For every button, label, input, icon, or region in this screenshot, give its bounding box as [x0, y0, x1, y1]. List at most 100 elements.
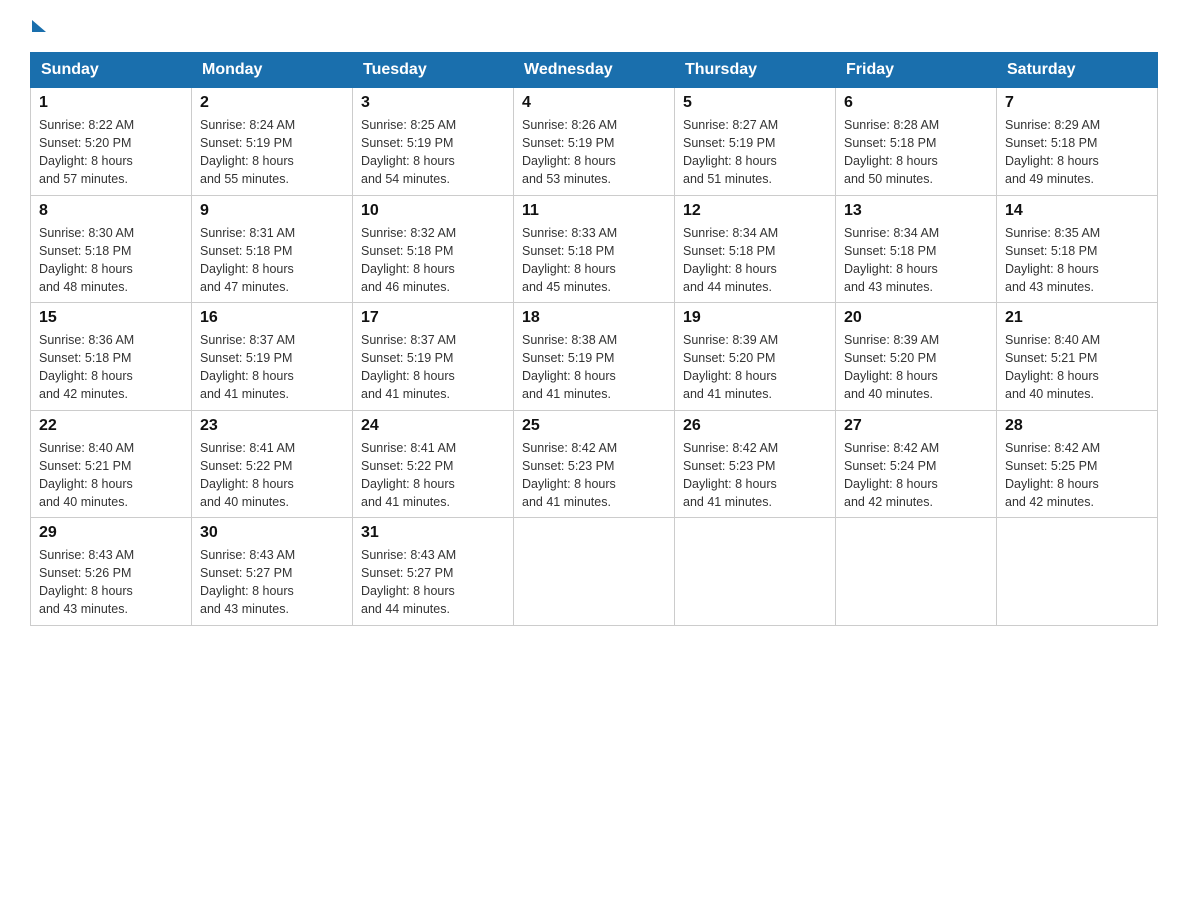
calendar-cell: 22 Sunrise: 8:40 AMSunset: 5:21 PMDayligh…	[31, 410, 192, 518]
day-info: Sunrise: 8:30 AMSunset: 5:18 PMDaylight:…	[39, 224, 183, 297]
day-number: 2	[200, 94, 344, 112]
calendar-week-row: 15 Sunrise: 8:36 AMSunset: 5:18 PMDayligh…	[31, 303, 1158, 411]
day-info: Sunrise: 8:38 AMSunset: 5:19 PMDaylight:…	[522, 331, 666, 404]
day-number: 12	[683, 202, 827, 220]
day-number: 30	[200, 524, 344, 542]
calendar-cell: 18 Sunrise: 8:38 AMSunset: 5:19 PMDayligh…	[514, 303, 675, 411]
day-info: Sunrise: 8:36 AMSunset: 5:18 PMDaylight:…	[39, 331, 183, 404]
day-info: Sunrise: 8:26 AMSunset: 5:19 PMDaylight:…	[522, 116, 666, 189]
day-number: 23	[200, 417, 344, 435]
weekday-header-friday: Friday	[836, 53, 997, 88]
calendar-week-row: 22 Sunrise: 8:40 AMSunset: 5:21 PMDayligh…	[31, 410, 1158, 518]
weekday-header-saturday: Saturday	[997, 53, 1158, 88]
calendar-cell: 30 Sunrise: 8:43 AMSunset: 5:27 PMDayligh…	[192, 518, 353, 626]
calendar-cell: 6 Sunrise: 8:28 AMSunset: 5:18 PMDaylight…	[836, 88, 997, 196]
calendar-week-row: 29Sunrise: 8:43 AMSunset: 5:26 PMDayligh…	[31, 518, 1158, 626]
day-info: Sunrise: 8:40 AMSunset: 5:21 PMDaylight:…	[1005, 331, 1149, 404]
calendar-cell: 3 Sunrise: 8:25 AMSunset: 5:19 PMDaylight…	[353, 88, 514, 196]
day-info: Sunrise: 8:29 AMSunset: 5:18 PMDaylight:…	[1005, 116, 1149, 189]
day-number: 31	[361, 524, 505, 542]
calendar-cell: 20 Sunrise: 8:39 AMSunset: 5:20 PMDayligh…	[836, 303, 997, 411]
day-info: Sunrise: 8:43 AMSunset: 5:26 PMDaylight:…	[39, 546, 183, 619]
day-info: Sunrise: 8:42 AMSunset: 5:25 PMDaylight:…	[1005, 439, 1149, 512]
day-info: Sunrise: 8:33 AMSunset: 5:18 PMDaylight:…	[522, 224, 666, 297]
calendar-cell: 25 Sunrise: 8:42 AMSunset: 5:23 PMDayligh…	[514, 410, 675, 518]
calendar-cell	[836, 518, 997, 626]
calendar-cell: 15 Sunrise: 8:36 AMSunset: 5:18 PMDayligh…	[31, 303, 192, 411]
day-info: Sunrise: 8:39 AMSunset: 5:20 PMDaylight:…	[844, 331, 988, 404]
calendar-cell	[997, 518, 1158, 626]
calendar-cell: 31 Sunrise: 8:43 AMSunset: 5:27 PMDayligh…	[353, 518, 514, 626]
day-info: Sunrise: 8:24 AMSunset: 5:19 PMDaylight:…	[200, 116, 344, 189]
day-info: Sunrise: 8:41 AMSunset: 5:22 PMDaylight:…	[361, 439, 505, 512]
day-info: Sunrise: 8:28 AMSunset: 5:18 PMDaylight:…	[844, 116, 988, 189]
calendar-cell: 21Sunrise: 8:40 AMSunset: 5:21 PMDayligh…	[997, 303, 1158, 411]
calendar-table: SundayMondayTuesdayWednesdayThursdayFrid…	[30, 52, 1158, 626]
calendar-cell: 19 Sunrise: 8:39 AMSunset: 5:20 PMDayligh…	[675, 303, 836, 411]
calendar-cell	[514, 518, 675, 626]
day-info: Sunrise: 8:41 AMSunset: 5:22 PMDaylight:…	[200, 439, 344, 512]
calendar-cell: 7 Sunrise: 8:29 AMSunset: 5:18 PMDaylight…	[997, 88, 1158, 196]
calendar-cell: 23 Sunrise: 8:41 AMSunset: 5:22 PMDayligh…	[192, 410, 353, 518]
calendar-cell: 17 Sunrise: 8:37 AMSunset: 5:19 PMDayligh…	[353, 303, 514, 411]
day-info: Sunrise: 8:37 AMSunset: 5:19 PMDaylight:…	[200, 331, 344, 404]
logo	[30, 20, 48, 32]
calendar-cell: 11 Sunrise: 8:33 AMSunset: 5:18 PMDayligh…	[514, 195, 675, 303]
day-number: 19	[683, 309, 827, 327]
weekday-header-row: SundayMondayTuesdayWednesdayThursdayFrid…	[31, 53, 1158, 88]
calendar-cell: 27 Sunrise: 8:42 AMSunset: 5:24 PMDayligh…	[836, 410, 997, 518]
day-number: 5	[683, 94, 827, 112]
day-number: 27	[844, 417, 988, 435]
calendar-cell: 10Sunrise: 8:32 AMSunset: 5:18 PMDayligh…	[353, 195, 514, 303]
weekday-header-tuesday: Tuesday	[353, 53, 514, 88]
day-number: 7	[1005, 94, 1149, 112]
day-info: Sunrise: 8:25 AMSunset: 5:19 PMDaylight:…	[361, 116, 505, 189]
day-info: Sunrise: 8:43 AMSunset: 5:27 PMDaylight:…	[361, 546, 505, 619]
day-number: 20	[844, 309, 988, 327]
day-number: 11	[522, 202, 666, 220]
calendar-cell: 16Sunrise: 8:37 AMSunset: 5:19 PMDayligh…	[192, 303, 353, 411]
day-info: Sunrise: 8:43 AMSunset: 5:27 PMDaylight:…	[200, 546, 344, 619]
day-info: Sunrise: 8:42 AMSunset: 5:23 PMDaylight:…	[683, 439, 827, 512]
weekday-header-wednesday: Wednesday	[514, 53, 675, 88]
calendar-cell: 24 Sunrise: 8:41 AMSunset: 5:22 PMDayligh…	[353, 410, 514, 518]
calendar-cell: 5 Sunrise: 8:27 AMSunset: 5:19 PMDaylight…	[675, 88, 836, 196]
day-number: 6	[844, 94, 988, 112]
day-number: 14	[1005, 202, 1149, 220]
calendar-cell: 2 Sunrise: 8:24 AMSunset: 5:19 PMDaylight…	[192, 88, 353, 196]
day-info: Sunrise: 8:39 AMSunset: 5:20 PMDaylight:…	[683, 331, 827, 404]
day-number: 1	[39, 94, 183, 112]
day-number: 15	[39, 309, 183, 327]
day-number: 18	[522, 309, 666, 327]
calendar-cell: 26Sunrise: 8:42 AMSunset: 5:23 PMDayligh…	[675, 410, 836, 518]
day-number: 3	[361, 94, 505, 112]
day-number: 22	[39, 417, 183, 435]
day-info: Sunrise: 8:37 AMSunset: 5:19 PMDaylight:…	[361, 331, 505, 404]
day-info: Sunrise: 8:40 AMSunset: 5:21 PMDaylight:…	[39, 439, 183, 512]
day-number: 13	[844, 202, 988, 220]
day-info: Sunrise: 8:42 AMSunset: 5:24 PMDaylight:…	[844, 439, 988, 512]
weekday-header-sunday: Sunday	[31, 53, 192, 88]
day-number: 24	[361, 417, 505, 435]
day-number: 4	[522, 94, 666, 112]
calendar-cell: 12Sunrise: 8:34 AMSunset: 5:18 PMDayligh…	[675, 195, 836, 303]
day-info: Sunrise: 8:35 AMSunset: 5:18 PMDaylight:…	[1005, 224, 1149, 297]
calendar-week-row: 8 Sunrise: 8:30 AMSunset: 5:18 PMDaylight…	[31, 195, 1158, 303]
calendar-cell: 29Sunrise: 8:43 AMSunset: 5:26 PMDayligh…	[31, 518, 192, 626]
day-info: Sunrise: 8:42 AMSunset: 5:23 PMDaylight:…	[522, 439, 666, 512]
day-info: Sunrise: 8:31 AMSunset: 5:18 PMDaylight:…	[200, 224, 344, 297]
logo-top	[30, 20, 48, 32]
day-number: 17	[361, 309, 505, 327]
day-number: 8	[39, 202, 183, 220]
day-number: 9	[200, 202, 344, 220]
logo-arrow-icon	[32, 20, 46, 32]
calendar-cell: 14 Sunrise: 8:35 AMSunset: 5:18 PMDayligh…	[997, 195, 1158, 303]
day-info: Sunrise: 8:34 AMSunset: 5:18 PMDaylight:…	[844, 224, 988, 297]
calendar-cell: 13 Sunrise: 8:34 AMSunset: 5:18 PMDayligh…	[836, 195, 997, 303]
day-number: 25	[522, 417, 666, 435]
day-info: Sunrise: 8:27 AMSunset: 5:19 PMDaylight:…	[683, 116, 827, 189]
calendar-week-row: 1Sunrise: 8:22 AMSunset: 5:20 PMDaylight…	[31, 88, 1158, 196]
weekday-header-monday: Monday	[192, 53, 353, 88]
calendar-cell: 1Sunrise: 8:22 AMSunset: 5:20 PMDaylight…	[31, 88, 192, 196]
calendar-cell: 4 Sunrise: 8:26 AMSunset: 5:19 PMDaylight…	[514, 88, 675, 196]
